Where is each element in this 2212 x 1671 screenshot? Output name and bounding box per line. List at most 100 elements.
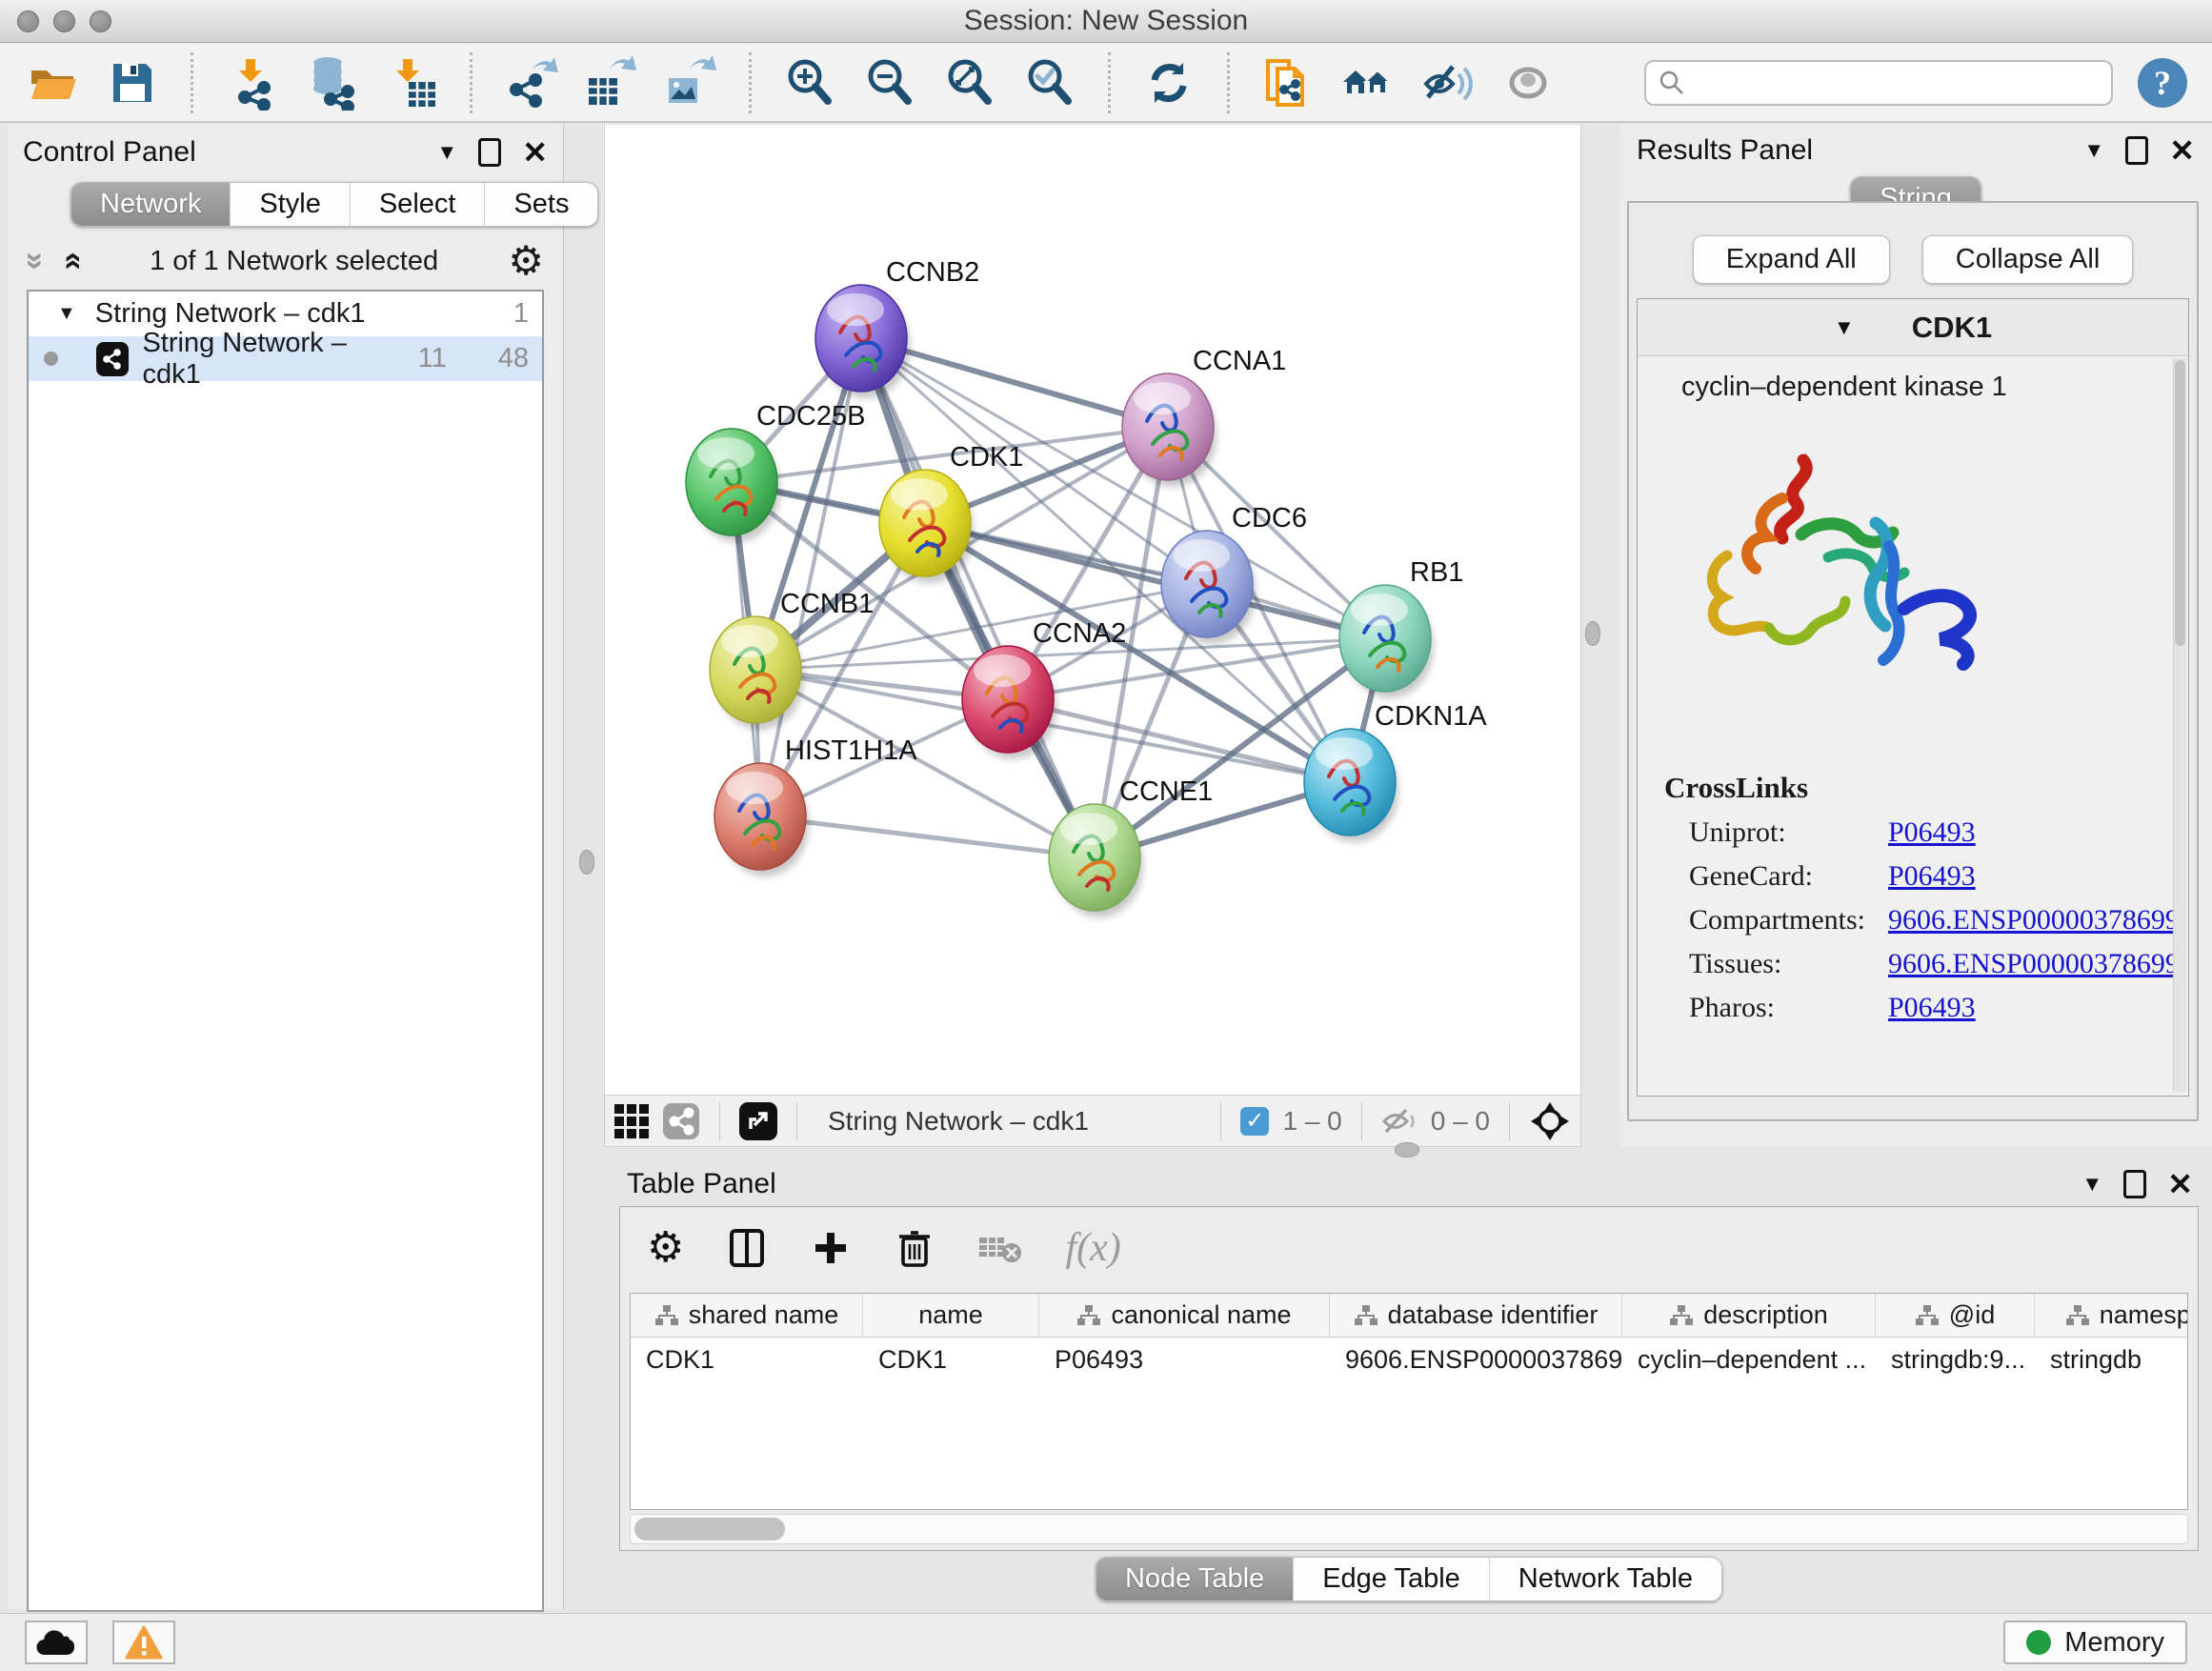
show-columns-icon[interactable] (726, 1227, 768, 1269)
column-header-id[interactable]: @id (1876, 1294, 2035, 1337)
node-CDC25B[interactable]: CDC25B (686, 401, 865, 542)
add-column-icon[interactable] (810, 1227, 852, 1269)
zoom-selected-button[interactable] (1022, 55, 1077, 111)
cell-name[interactable]: CDK1 (863, 1338, 1039, 1382)
uniprot-link[interactable]: P06493 (1888, 816, 1976, 849)
node-CCNE1[interactable]: CCNE1 (1049, 776, 1213, 917)
open-in-window-icon[interactable] (739, 1102, 777, 1140)
panel-close-icon[interactable]: ✕ (522, 134, 548, 171)
protein-collapse-icon[interactable]: ▼ (1834, 315, 1855, 340)
table-scrollbar-thumb[interactable] (634, 1518, 785, 1540)
tree-expander-icon[interactable]: ▼ (57, 303, 76, 325)
cloud-status-button[interactable] (25, 1621, 88, 1664)
panel-float-icon[interactable] (478, 138, 501, 167)
save-session-button[interactable] (105, 55, 160, 111)
node-label-CCNA2: CCNA2 (1033, 618, 1126, 649)
function-builder-icon[interactable]: f(x) (1065, 1225, 1120, 1271)
refresh-view-button[interactable] (1141, 55, 1196, 111)
panel-float-icon[interactable] (2123, 1170, 2146, 1198)
panel-close-icon[interactable]: ✕ (2169, 132, 2195, 169)
column-header-database-identifier[interactable]: database identifier (1330, 1294, 1622, 1337)
selected-node-edge-counts: 1 – 0 (1282, 1106, 1341, 1137)
node-CCNB2[interactable]: CCNB2 (815, 257, 979, 398)
panel-close-icon[interactable]: ✕ (2167, 1166, 2193, 1202)
results-scrollbar-thumb[interactable] (2175, 360, 2185, 646)
network-canvas[interactable]: CCNB2CCNA1CDC25BCDK1CDC6RB1CCNB1CCNA2CDK… (605, 125, 1580, 1094)
open-session-button[interactable] (25, 55, 80, 111)
tab-style[interactable]: Style (230, 183, 349, 226)
close-window-button[interactable] (17, 10, 39, 32)
zoom-window-button[interactable] (90, 10, 111, 32)
edge-CCNB2-CCNE1[interactable] (861, 338, 1095, 857)
right-splitter-handle[interactable] (1585, 621, 1600, 646)
export-network-button[interactable] (503, 55, 558, 111)
node-HIST1H1A[interactable]: HIST1H1A (714, 735, 917, 876)
birds-eye-view-icon[interactable] (1529, 1100, 1571, 1142)
zoom-fit-button[interactable] (942, 55, 997, 111)
expand-all-button[interactable]: Expand All (1693, 235, 1890, 284)
tab-edge-table[interactable]: Edge Table (1293, 1558, 1489, 1601)
cell-database-identifier[interactable]: 9606.ENSP00000378699 (1330, 1338, 1622, 1382)
left-splitter-handle[interactable] (579, 850, 594, 875)
collapse-all-networks-icon[interactable]: » (19, 252, 51, 271)
tab-network[interactable]: Network (71, 183, 230, 226)
show-hidden-button[interactable] (1500, 55, 1556, 111)
delete-table-icon[interactable] (977, 1230, 1023, 1266)
column-header-description[interactable]: description (1622, 1294, 1876, 1337)
panel-collapse-icon[interactable]: ▼ (2083, 138, 2104, 163)
network-row-selected[interactable]: String Network – cdk1 11 48 (29, 336, 542, 381)
minimize-window-button[interactable] (53, 10, 75, 32)
panel-collapse-icon[interactable]: ▼ (2081, 1172, 2102, 1197)
network-options-gear-icon[interactable]: ⚙ (508, 241, 544, 281)
warnings-button[interactable] (112, 1621, 175, 1664)
share-view-icon[interactable] (662, 1102, 700, 1140)
cell-namespace[interactable]: stringdb (2035, 1338, 2188, 1382)
zoom-in-button[interactable] (782, 55, 837, 111)
import-table-file-button[interactable] (384, 55, 439, 111)
tab-network-table[interactable]: Network Table (1489, 1558, 1721, 1601)
panel-collapse-icon[interactable]: ▼ (436, 140, 457, 165)
pharos-link[interactable]: P06493 (1888, 992, 1976, 1024)
collapse-all-button[interactable]: Collapse All (1922, 235, 2134, 284)
column-header-canonical-name[interactable]: canonical name (1039, 1294, 1330, 1337)
node-CCNA1[interactable]: CCNA1 (1122, 346, 1286, 487)
help-button[interactable]: ? (2138, 58, 2187, 108)
column-header-namespace[interactable]: namespace (2035, 1294, 2188, 1337)
search-input[interactable] (1694, 68, 2075, 97)
edge-CDK1-RB1[interactable] (925, 523, 1385, 638)
tab-select[interactable]: Select (350, 183, 485, 226)
column-header-shared-name[interactable]: shared name (631, 1294, 863, 1337)
grid-view-icon[interactable] (614, 1104, 649, 1138)
import-network-database-button[interactable] (304, 55, 359, 111)
selected-checkbox-icon[interactable]: ✓ (1240, 1107, 1269, 1136)
genecard-link[interactable]: P06493 (1888, 860, 1976, 893)
hide-selected-button[interactable] (1420, 55, 1476, 111)
tab-sets[interactable]: Sets (484, 183, 597, 226)
show-all-networks-button[interactable] (1340, 55, 1396, 111)
memory-button[interactable]: Memory (2003, 1621, 2187, 1664)
table-row[interactable]: CDK1 CDK1 P06493 9606.ENSP00000378699 cy… (631, 1338, 2187, 1383)
node-CDKN1A[interactable]: CDKN1A (1304, 701, 1487, 842)
panel-float-icon[interactable] (2125, 136, 2148, 165)
compartments-link[interactable]: 9606.ENSP00000378699 (1888, 904, 2180, 936)
edge-HIST1H1A-CCNE1[interactable] (760, 816, 1095, 857)
table-options-gear-icon[interactable]: ⚙ (647, 1227, 684, 1269)
zoom-out-button[interactable] (862, 55, 917, 111)
node-RB1[interactable]: RB1 (1339, 557, 1463, 698)
table-horizontal-scrollbar[interactable] (630, 1514, 2188, 1544)
tissues-link[interactable]: 9606.ENSP00000378699 (1888, 948, 2180, 980)
import-network-file-button[interactable] (224, 55, 279, 111)
tab-node-table[interactable]: Node Table (1096, 1558, 1293, 1601)
cell-id[interactable]: stringdb:9... (1876, 1338, 2035, 1382)
results-scrollbar[interactable] (2173, 358, 2186, 1092)
bottom-splitter-handle[interactable] (1395, 1142, 1419, 1158)
export-table-button[interactable] (583, 55, 638, 111)
delete-column-icon[interactable] (894, 1227, 935, 1269)
cell-canonical-name[interactable]: P06493 (1039, 1338, 1330, 1382)
cell-shared-name[interactable]: CDK1 (631, 1338, 863, 1382)
clone-network-button[interactable] (1260, 55, 1316, 111)
export-image-button[interactable] (663, 55, 718, 111)
cell-description[interactable]: cyclin–dependent ... (1622, 1338, 1876, 1382)
expand-all-networks-icon[interactable]: » (54, 252, 87, 271)
column-header-name[interactable]: name (863, 1294, 1039, 1337)
